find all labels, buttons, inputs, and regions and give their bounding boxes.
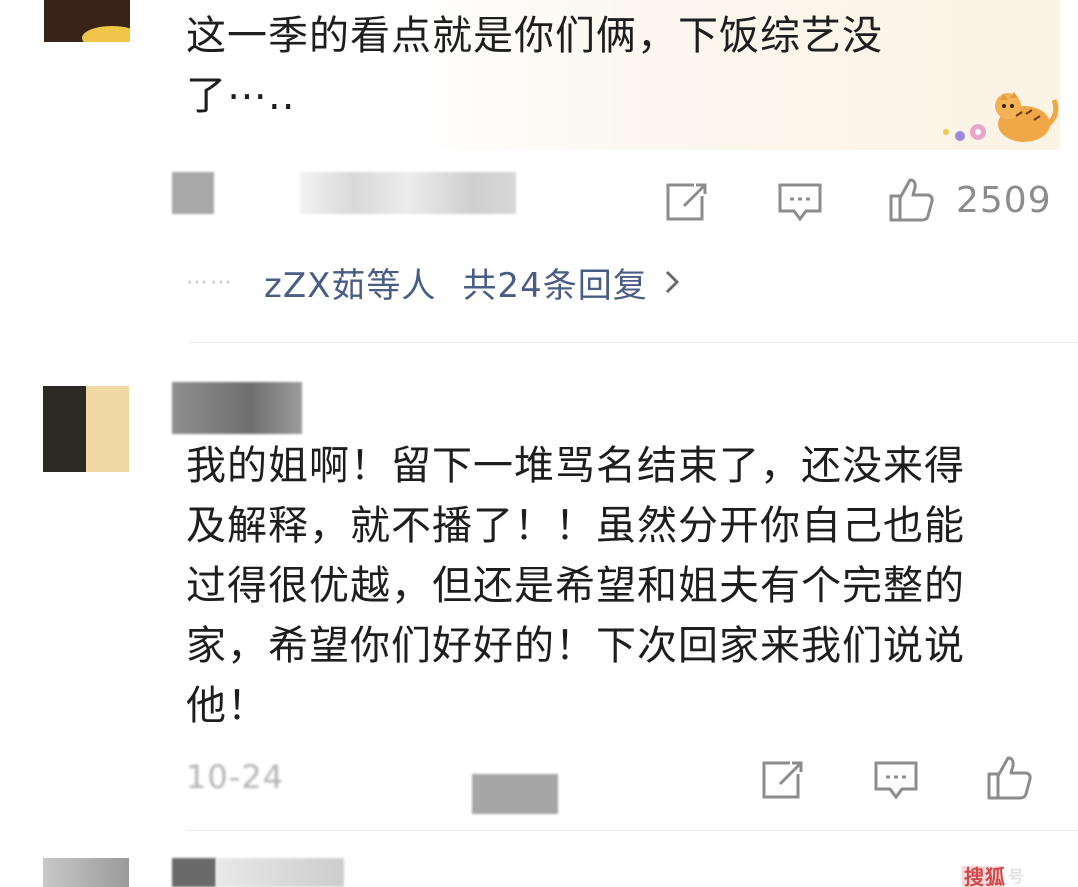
comment-line: 了⋯.. bbox=[186, 73, 296, 119]
comment-text: 这一季的看点就是你们俩，下饭综艺没 了⋯.. bbox=[186, 6, 883, 126]
chevron-right-icon bbox=[664, 269, 680, 295]
timestamp: 10-24 bbox=[186, 758, 284, 796]
like-count: 2509 bbox=[956, 180, 1052, 221]
avatar[interactable] bbox=[43, 858, 129, 887]
blurred-username bbox=[172, 858, 216, 887]
avatar[interactable] bbox=[43, 386, 129, 472]
comment-line: 这一季的看点就是你们俩，下饭综艺没 bbox=[186, 13, 883, 59]
reply-names: zZX茹等人 bbox=[264, 265, 437, 306]
blurred-meta bbox=[472, 774, 558, 814]
comment-feed: 这一季的看点就是你们俩，下饭综艺没 了⋯.. 2509 ⋯⋯ zZX茹等人 共2… bbox=[0, 0, 1078, 887]
comment-text: 我的姐啊！留下一堆骂名结束了，还没来得 及解释，就不播了！！虽然分开你自己也能 … bbox=[186, 436, 965, 736]
comment-icon[interactable] bbox=[874, 760, 918, 800]
comment-line: 及解释，就不播了！！虽然分开你自己也能 bbox=[186, 503, 965, 549]
reply-count: 共24条回复 bbox=[462, 265, 648, 306]
comment-line: 他！ bbox=[186, 683, 268, 729]
repost-icon[interactable] bbox=[664, 182, 708, 222]
comment-line: 过得很优越，但还是希望和姐夫有个完整的 bbox=[186, 563, 965, 609]
avatar[interactable] bbox=[44, 0, 130, 42]
comment-line: 我的姐啊！留下一堆骂名结束了，还没来得 bbox=[186, 443, 965, 489]
blurred-meta bbox=[172, 172, 214, 214]
repost-icon[interactable] bbox=[760, 760, 804, 800]
svg-text:号: 号 bbox=[1008, 867, 1025, 886]
reply-summary-link[interactable]: ⋯⋯ zZX茹等人 共24条回复 bbox=[186, 258, 680, 306]
like-icon[interactable] bbox=[888, 176, 936, 224]
blurred-meta bbox=[300, 172, 516, 214]
blurred-username bbox=[172, 382, 302, 434]
divider bbox=[190, 342, 1078, 343]
like-icon[interactable] bbox=[986, 754, 1034, 802]
divider bbox=[186, 830, 1078, 831]
reply-dots: ⋯⋯ bbox=[186, 269, 234, 295]
tiger-sticker-icon bbox=[938, 86, 1062, 150]
comment-icon[interactable] bbox=[778, 182, 822, 222]
svg-text:搜狐: 搜狐 bbox=[964, 865, 1006, 887]
blurred-username bbox=[216, 858, 344, 887]
watermark-logo: 搜狐 号 bbox=[962, 858, 1072, 887]
comment-line: 家，希望你们好好的！下次回家来我们说说 bbox=[186, 623, 965, 669]
